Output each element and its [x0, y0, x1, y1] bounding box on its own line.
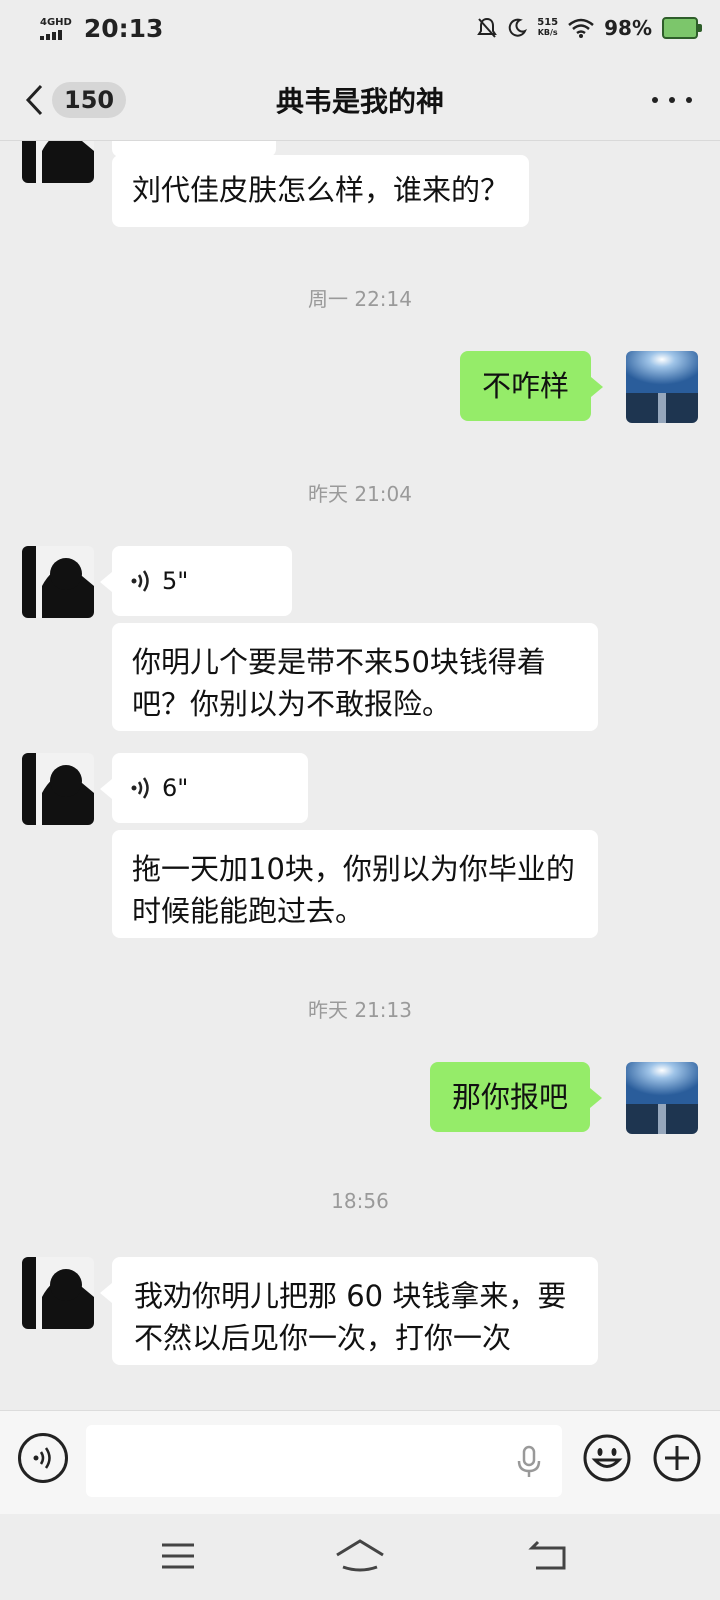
- self-avatar[interactable]: [626, 1062, 698, 1134]
- speed-unit: KB/s: [537, 28, 558, 37]
- timestamp: 昨天 21:13: [308, 998, 412, 1022]
- message-text: 刘代佳皮肤怎么样，谁来的？: [132, 173, 510, 207]
- input-bar: [0, 1410, 720, 1515]
- back-arrow-icon: [24, 83, 44, 117]
- message-text-line1: 拖一天加10块，你别以为你毕业的: [132, 852, 575, 886]
- message-bubble[interactable]: 刘代佳皮肤怎么样，谁来的？: [112, 155, 530, 227]
- back-button[interactable]: 150: [24, 78, 134, 122]
- voice-wave-icon: [131, 570, 149, 592]
- plus-icon[interactable]: [652, 1433, 702, 1483]
- speed-value: 515: [537, 17, 559, 28]
- message-bubble[interactable]: 我劝你明儿把那 60 块钱拿来，要 不然以后见你一次，打你一次: [100, 1257, 598, 1365]
- battery-icon: [662, 17, 702, 39]
- voice-duration: 5": [162, 567, 189, 595]
- moon-icon: [509, 18, 528, 37]
- more-icon[interactable]: [652, 90, 692, 110]
- message-text: 那你报吧: [452, 1080, 569, 1114]
- voice-mode-icon[interactable]: [18, 1433, 68, 1483]
- voice-message[interactable]: 6": [100, 753, 308, 823]
- system-nav-bar: [0, 1514, 720, 1600]
- wifi-icon: [568, 18, 594, 38]
- message-text: 不咋样: [482, 369, 570, 403]
- timestamp: 昨天 21:04: [308, 482, 412, 506]
- battery-percent: 98%: [604, 16, 652, 40]
- message-text-line2: 时候能能跑过去。: [132, 894, 365, 928]
- status-bar: 4GHD 20:13 515 KB/s 98%: [0, 0, 720, 56]
- emoji-icon[interactable]: [582, 1433, 632, 1483]
- voice-message[interactable]: 5": [100, 546, 292, 616]
- message-text-line2: 不然以后见你一次，打你一次: [134, 1321, 512, 1355]
- self-avatar[interactable]: [626, 351, 698, 423]
- unread-count-badge: 150: [52, 82, 127, 118]
- message-list[interactable]: 刘代佳皮肤怎么样，谁来的？ 周一 22:14 不咋样 昨天 21:04 5" 你…: [0, 141, 720, 1409]
- contact-avatar[interactable]: [22, 141, 94, 183]
- message-bubble-self[interactable]: 那你报吧: [430, 1062, 603, 1132]
- menu-icon[interactable]: [148, 1536, 208, 1576]
- message-bubble[interactable]: 拖一天加10块，你别以为你毕业的 时候能能跑过去。: [112, 830, 598, 938]
- back-icon[interactable]: [518, 1536, 578, 1576]
- message-bubble[interactable]: 你明儿个要是带不来50块钱得着 吧？你别以为不敢报险。: [112, 623, 598, 731]
- mic-icon[interactable]: [516, 1445, 542, 1479]
- contact-avatar[interactable]: [22, 1257, 94, 1329]
- clock: 20:13: [83, 14, 164, 43]
- message-text-line2: 吧？你别以为不敢报险。: [132, 687, 452, 721]
- network-type: 4GHD: [40, 16, 72, 28]
- message-text-line1: 你明儿个要是带不来50块钱得着: [132, 645, 546, 679]
- status-left: 4GHD 20:13: [40, 14, 163, 43]
- home-icon[interactable]: [330, 1536, 390, 1576]
- message-input[interactable]: [86, 1425, 562, 1497]
- voice-duration: 6": [162, 774, 189, 802]
- message-bubble-self[interactable]: 不咋样: [460, 351, 604, 421]
- network-speed: 515 KB/s: [537, 18, 558, 38]
- network-group: 4GHD: [40, 16, 78, 40]
- chat-header: 150 典韦是我的神: [0, 56, 720, 141]
- timestamp: 18:56: [331, 1189, 389, 1213]
- contact-avatar[interactable]: [22, 753, 94, 825]
- signal-icon: [40, 29, 78, 40]
- mute-icon: [477, 17, 498, 38]
- status-right: 515 KB/s 98%: [477, 16, 702, 40]
- message-text-line1: 我劝你明儿把那 60 块钱拿来，要: [134, 1279, 567, 1313]
- contact-avatar[interactable]: [22, 546, 94, 618]
- voice-wave-icon: [131, 777, 149, 799]
- timestamp: 周一 22:14: [308, 287, 412, 311]
